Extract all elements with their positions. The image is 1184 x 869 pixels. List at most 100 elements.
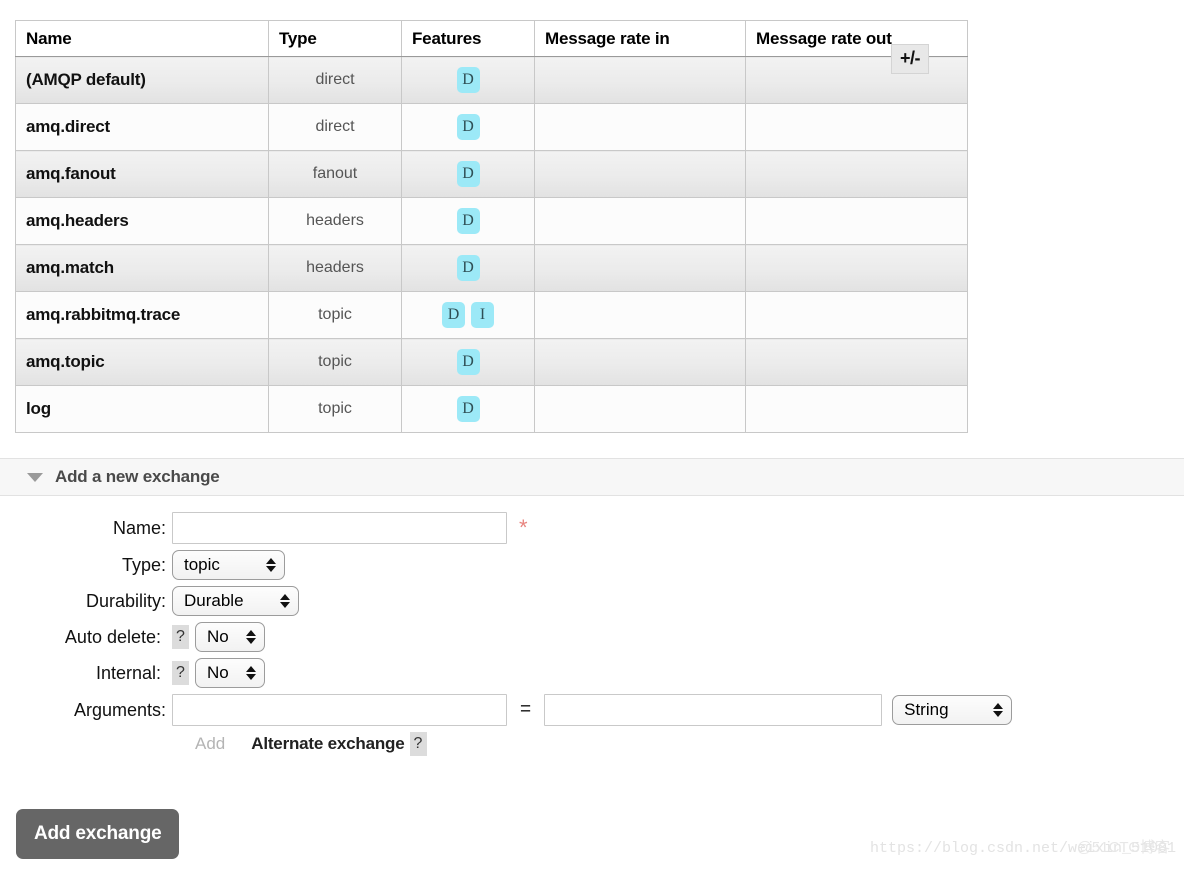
- table-row[interactable]: amq.directdirectD: [16, 104, 968, 151]
- cell-message-rate-in: [535, 386, 746, 433]
- stepper-arrows-icon: [280, 594, 290, 608]
- type-select[interactable]: topic: [172, 550, 285, 580]
- column-header-type[interactable]: Type: [269, 21, 402, 57]
- feature-badge: D: [442, 302, 465, 328]
- cell-message-rate-in: [535, 57, 746, 104]
- cell-message-rate-in: [535, 292, 746, 339]
- add-exchange-form: Name: * Type: topic Durability: Durable …: [0, 512, 1184, 756]
- cell-exchange-features: D: [402, 245, 535, 292]
- stepper-arrows-icon: [266, 558, 276, 572]
- cell-exchange-features: D: [402, 339, 535, 386]
- cell-exchange-name[interactable]: amq.direct: [16, 104, 269, 151]
- cell-message-rate-out: [746, 57, 968, 104]
- table-header: Name Type Features Message rate in Messa…: [16, 21, 968, 57]
- argument-value-input[interactable]: [544, 694, 882, 726]
- cell-message-rate-out: [746, 104, 968, 151]
- argument-type-select[interactable]: String: [892, 695, 1012, 725]
- cell-exchange-name[interactable]: (AMQP default): [16, 57, 269, 104]
- cell-exchange-type: topic: [269, 339, 402, 386]
- cell-exchange-type: direct: [269, 57, 402, 104]
- column-header-name[interactable]: Name: [16, 21, 269, 57]
- cell-message-rate-out: [746, 151, 968, 198]
- add-argument-link[interactable]: Add: [195, 734, 225, 754]
- required-asterisk: *: [519, 517, 528, 539]
- table-row[interactable]: logtopicD: [16, 386, 968, 433]
- feature-badge: D: [457, 208, 480, 234]
- internal-help-icon[interactable]: ?: [172, 661, 189, 685]
- form-row-auto-delete: Auto delete: ? No: [0, 622, 1184, 652]
- durability-label: Durability:: [0, 591, 172, 612]
- table-row[interactable]: amq.headersheaders D: [16, 198, 968, 245]
- cell-message-rate-in: [535, 339, 746, 386]
- form-row-name: Name: *: [0, 512, 1184, 544]
- table-body: (AMQP default)directDamq.directdirectDam…: [16, 57, 968, 433]
- internal-label: Internal:: [96, 663, 167, 684]
- table-row[interactable]: amq.rabbitmq.tracetopicDI: [16, 292, 968, 339]
- alternate-exchange-preset[interactable]: Alternate exchange: [251, 734, 404, 754]
- cell-message-rate-in: [535, 151, 746, 198]
- add-exchange-button[interactable]: Add exchange: [16, 809, 179, 859]
- cell-exchange-name[interactable]: amq.topic: [16, 339, 269, 386]
- cell-exchange-features: D: [402, 57, 535, 104]
- toggle-columns-button[interactable]: +/-: [891, 44, 929, 74]
- watermark-overlay: @51CTO博客: [1077, 836, 1170, 857]
- cell-exchange-name[interactable]: amq.headers: [16, 198, 269, 245]
- watermark-url: https://blog.csdn.net/weixin_51001: [870, 840, 1176, 857]
- type-select-value: topic: [184, 555, 220, 575]
- arguments-label: Arguments:: [0, 700, 172, 721]
- internal-select[interactable]: No: [195, 658, 265, 688]
- table-row[interactable]: amq.topictopic D: [16, 339, 968, 386]
- cell-message-rate-in: [535, 104, 746, 151]
- stepper-arrows-icon: [993, 703, 1003, 717]
- cell-message-rate-in: [535, 245, 746, 292]
- cell-message-rate-out: [746, 386, 968, 433]
- durability-select-value: Durable: [184, 591, 244, 611]
- feature-badge: I: [471, 302, 494, 328]
- auto-delete-help-icon[interactable]: ?: [172, 625, 189, 649]
- triangle-down-icon[interactable]: [27, 473, 43, 482]
- cell-exchange-features: DI: [402, 292, 535, 339]
- cell-exchange-type: topic: [269, 386, 402, 433]
- internal-select-value: No: [207, 663, 229, 683]
- cell-exchange-features: D: [402, 198, 535, 245]
- name-input[interactable]: [172, 512, 507, 544]
- column-header-message-rate-in[interactable]: Message rate in: [535, 21, 746, 57]
- argument-key-input[interactable]: [172, 694, 507, 726]
- column-header-features[interactable]: Features: [402, 21, 535, 57]
- feature-badge: D: [457, 67, 480, 93]
- equals-sign: =: [520, 699, 531, 721]
- table-row[interactable]: amq.matchheaders D: [16, 245, 968, 292]
- section-title: Add a new exchange: [55, 467, 220, 487]
- auto-delete-select-value: No: [207, 627, 229, 647]
- cell-exchange-type: headers: [269, 245, 402, 292]
- feature-badge: D: [457, 349, 480, 375]
- cell-message-rate-out: [746, 198, 968, 245]
- watermark: https://blog.csdn.net/weixin_51001 @51CT…: [870, 840, 1176, 857]
- auto-delete-label: Auto delete:: [65, 627, 167, 648]
- cell-exchange-features: D: [402, 151, 535, 198]
- auto-delete-select[interactable]: No: [195, 622, 265, 652]
- cell-message-rate-out: [746, 245, 968, 292]
- alternate-exchange-help-icon[interactable]: ?: [410, 732, 427, 756]
- cell-exchange-name[interactable]: log: [16, 386, 269, 433]
- cell-exchange-type: headers: [269, 198, 402, 245]
- table-row[interactable]: amq.fanoutfanoutD: [16, 151, 968, 198]
- cell-exchange-name[interactable]: amq.rabbitmq.trace: [16, 292, 269, 339]
- cell-exchange-name[interactable]: amq.fanout: [16, 151, 269, 198]
- column-header-message-rate-out[interactable]: Message rate out: [746, 21, 968, 57]
- cell-exchange-name[interactable]: amq.match: [16, 245, 269, 292]
- argument-type-select-value: String: [904, 700, 948, 720]
- form-row-add-argument: Add Alternate exchange ?: [0, 732, 1184, 756]
- feature-badge: D: [457, 255, 480, 281]
- exchanges-table: Name Type Features Message rate in Messa…: [15, 20, 968, 433]
- cell-exchange-features: D: [402, 386, 535, 433]
- table-header-row: Name Type Features Message rate in Messa…: [16, 21, 968, 57]
- cell-message-rate-out: [746, 292, 968, 339]
- stepper-arrows-icon: [246, 666, 256, 680]
- exchanges-table-container: Name Type Features Message rate in Messa…: [15, 20, 925, 433]
- table-row[interactable]: (AMQP default)direct D: [16, 57, 968, 104]
- durability-select[interactable]: Durable: [172, 586, 299, 616]
- add-exchange-section-header[interactable]: Add a new exchange: [0, 458, 1184, 496]
- cell-exchange-type: topic: [269, 292, 402, 339]
- internal-label-group: Internal: ?: [0, 661, 195, 685]
